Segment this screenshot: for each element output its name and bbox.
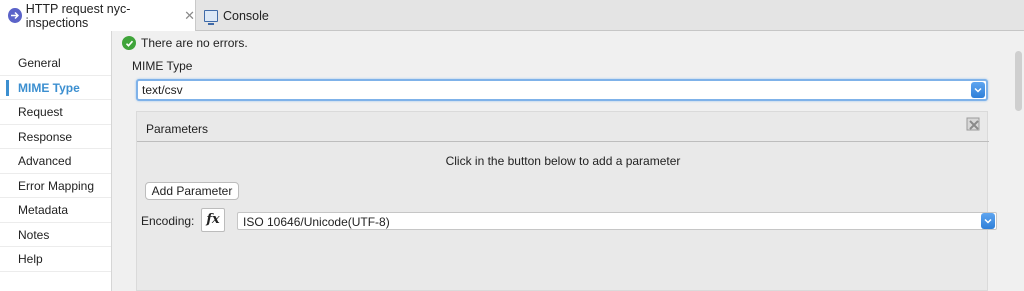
remove-parameter-icon[interactable] (965, 116, 983, 134)
tab-label: Console (223, 8, 269, 23)
parameters-header: Parameters (137, 112, 989, 142)
encoding-label: Encoding: (141, 214, 195, 228)
http-request-icon (8, 8, 22, 23)
mime-type-select[interactable]: text/csv (136, 79, 988, 101)
sidebar-nav: General MIME Type Request Response Advan… (0, 31, 112, 291)
sidebar-item-general[interactable]: General (0, 51, 111, 76)
validation-status: There are no errors. (122, 36, 248, 50)
sidebar-item-error-mapping[interactable]: Error Mapping (0, 174, 111, 198)
sidebar-item-help[interactable]: Help (0, 247, 111, 272)
chevron-down-icon[interactable] (981, 213, 995, 229)
sidebar-item-advanced[interactable]: Advanced (0, 149, 111, 174)
parameters-hint: Click in the button below to add a param… (445, 154, 681, 168)
check-circle-icon (122, 36, 136, 50)
parameters-panel: Parameters Click in the button below to … (136, 111, 989, 291)
mime-type-section-label: MIME Type (132, 59, 193, 73)
tab-label: HTTP request nyc-inspections (25, 1, 131, 30)
status-text: There are no errors. (141, 36, 248, 50)
encoding-select[interactable]: ISO 10646/Unicode(UTF-8) (237, 212, 997, 230)
sidebar-item-notes[interactable]: Notes (0, 223, 111, 247)
main-panel: There are no errors. MIME Type text/csv … (112, 31, 1024, 291)
close-icon[interactable]: ✕ (184, 8, 195, 24)
chevron-down-icon[interactable] (971, 82, 985, 98)
expression-mode-button[interactable]: fx (201, 208, 225, 232)
tab-console[interactable]: Console (198, 0, 288, 31)
add-parameter-button[interactable]: Add Parameter (145, 182, 239, 200)
sidebar-item-request[interactable]: Request (0, 100, 111, 125)
console-icon (204, 9, 218, 25)
editor-tab-bar: HTTP request nyc-inspections ✕ Console (0, 0, 1024, 31)
parameters-title: Parameters (146, 122, 209, 136)
vertical-scrollbar[interactable] (1012, 31, 1024, 291)
scrollbar-thumb[interactable] (1015, 51, 1022, 111)
mime-type-value: text/csv (142, 83, 183, 97)
tab-http-request[interactable]: HTTP request nyc-inspections ✕ (0, 0, 196, 31)
encoding-value: ISO 10646/Unicode(UTF-8) (243, 215, 390, 229)
sidebar-item-response[interactable]: Response (0, 125, 111, 149)
sidebar-item-metadata[interactable]: Metadata (0, 198, 111, 223)
sidebar-item-mime-type[interactable]: MIME Type (0, 76, 111, 100)
